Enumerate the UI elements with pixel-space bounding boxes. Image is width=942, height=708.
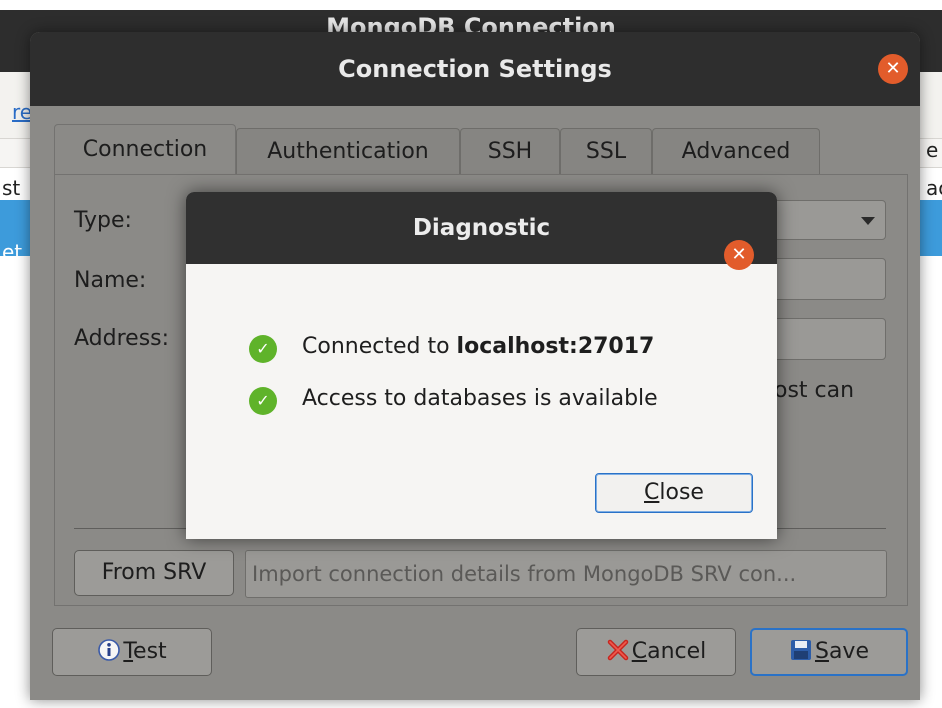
access-status-line: Access to databases is available — [302, 386, 658, 411]
cancel-label-rest: ancel — [647, 639, 707, 664]
close-icon[interactable]: ✕ — [878, 54, 908, 84]
main-window-right-fragment-2: ac — [926, 176, 942, 200]
main-window-header-fragment: st — [2, 176, 21, 200]
save-label-rest: ave — [828, 639, 869, 664]
host-address: localhost:27017 — [456, 334, 655, 359]
connected-to-text: Connected to — [302, 334, 457, 359]
tab-label: SSL — [585, 139, 627, 164]
save-mnemonic: S — [814, 639, 829, 664]
srv-input[interactable]: Import connection details from MongoDB S… — [245, 550, 887, 598]
tab-advanced[interactable]: Advanced — [652, 128, 820, 174]
button-label: From SRV — [101, 560, 207, 585]
srv-placeholder: Import connection details from MongoDB S… — [252, 562, 797, 586]
close-button[interactable]: Close — [595, 473, 753, 513]
connection-settings-title: Connection Settings — [338, 55, 612, 83]
floppy-disk-icon — [790, 640, 811, 660]
diagnostic-titlebar: Diagnostic — [186, 192, 777, 264]
from-srv-button[interactable]: From SRV — [74, 550, 234, 596]
tab-label: Authentication — [267, 139, 429, 164]
test-button[interactable]: Test — [52, 628, 212, 676]
info-icon — [98, 639, 121, 661]
check-circle-icon: ✓ — [249, 335, 277, 363]
save-button[interactable]: Save — [750, 628, 908, 676]
chevron-down-icon — [861, 217, 875, 225]
close-mnemonic: C — [644, 480, 660, 505]
test-mnemonic: T — [123, 639, 134, 664]
check-circle-icon: ✓ — [249, 387, 277, 415]
tab-ssl[interactable]: SSL — [560, 128, 652, 174]
diagnostic-title: Diagnostic — [412, 215, 551, 241]
tab-label: Advanced — [681, 139, 791, 164]
address-hint-text: ost can — [774, 378, 855, 403]
tab-ssh[interactable]: SSH — [460, 128, 560, 174]
type-label: Type: — [74, 208, 132, 233]
tab-label: SSH — [487, 139, 533, 164]
cancel-mnemonic: C — [631, 639, 648, 664]
address-label: Address: — [74, 326, 170, 351]
close-icon[interactable]: ✕ — [724, 240, 754, 270]
connection-settings-titlebar: Connection Settings — [30, 32, 920, 106]
close-label-rest: lose — [659, 480, 704, 505]
tab-authentication[interactable]: Authentication — [236, 128, 460, 174]
main-window-right-fragment-1: e — [926, 138, 939, 162]
test-label-rest: est — [133, 639, 167, 664]
name-label: Name: — [74, 268, 147, 293]
tab-connection[interactable]: Connection — [54, 124, 236, 174]
cancel-button[interactable]: Cancel — [576, 628, 736, 676]
tab-label: Connection — [82, 137, 208, 162]
diagnostic-dialog: Diagnostic ✕ ✓ Connected to localhost:27… — [186, 192, 777, 539]
cancel-x-icon — [607, 639, 628, 661]
connection-status-line: Connected to localhost:27017 — [302, 334, 654, 359]
